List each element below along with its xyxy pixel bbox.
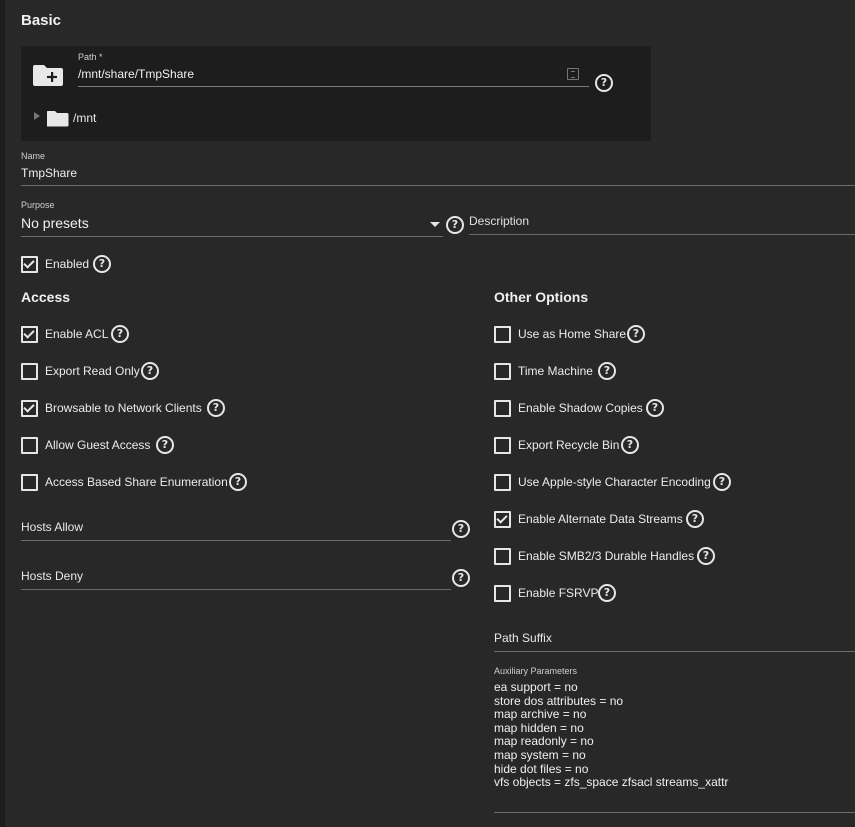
path-label: Path * bbox=[78, 52, 103, 62]
path-input-clear-icon[interactable] bbox=[567, 68, 579, 80]
section-title-basic: Basic bbox=[21, 12, 62, 29]
section-title-access: Access bbox=[21, 289, 71, 305]
name-input[interactable]: TmpShare bbox=[21, 166, 77, 180]
abse-checkbox[interactable] bbox=[21, 474, 38, 491]
tree-node-mnt[interactable]: /mnt bbox=[73, 111, 96, 125]
home-share-help-icon[interactable]: ? bbox=[627, 325, 645, 343]
apple-encoding-checkbox[interactable] bbox=[494, 474, 511, 491]
durable-handles-label: Enable SMB2/3 Durable Handles bbox=[518, 549, 695, 563]
folder-icon bbox=[46, 109, 69, 127]
description-underline bbox=[469, 234, 855, 235]
browsable-help-icon[interactable]: ? bbox=[207, 399, 225, 417]
enable-acl-checkbox[interactable] bbox=[21, 326, 38, 343]
path-help-icon[interactable]: ? bbox=[595, 74, 613, 92]
path-suffix-underline bbox=[494, 651, 855, 652]
export-read-only-label: Export Read Only bbox=[45, 364, 140, 378]
abse-help-icon[interactable]: ? bbox=[229, 473, 247, 491]
aux-params-textarea[interactable]: ea support = no store dos attributes = n… bbox=[494, 680, 729, 790]
enabled-checkbox[interactable] bbox=[21, 256, 38, 273]
allow-guest-access-checkbox[interactable] bbox=[21, 437, 38, 454]
apple-encoding-label: Use Apple-style Character Encoding bbox=[518, 475, 711, 489]
caret-down-icon[interactable] bbox=[430, 222, 440, 227]
hosts-deny-underline bbox=[21, 589, 451, 590]
time-machine-label: Time Machine bbox=[518, 364, 593, 378]
aux-line: map readonly = no bbox=[494, 734, 594, 749]
durable-handles-checkbox[interactable] bbox=[494, 548, 511, 565]
purpose-label: Purpose bbox=[21, 200, 55, 210]
home-share-checkbox[interactable] bbox=[494, 326, 511, 343]
aux-line: vfs objects = zfs_space zfsacl streams_x… bbox=[494, 775, 729, 790]
time-machine-help-icon[interactable]: ? bbox=[598, 362, 616, 380]
aux-line: hide dot files = no bbox=[494, 761, 589, 776]
hosts-allow-help-icon[interactable]: ? bbox=[452, 520, 470, 538]
fsrvp-checkbox[interactable] bbox=[494, 585, 511, 602]
recycle-bin-help-icon[interactable]: ? bbox=[621, 436, 639, 454]
enable-acl-help-icon[interactable]: ? bbox=[111, 325, 129, 343]
browsable-label: Browsable to Network Clients bbox=[45, 401, 202, 415]
aux-line: map archive = no bbox=[494, 707, 587, 722]
purpose-select[interactable]: No presets bbox=[21, 215, 89, 231]
aux-line: store dos attributes = no bbox=[494, 693, 624, 708]
chevron-right-icon[interactable] bbox=[34, 112, 40, 120]
recycle-bin-checkbox[interactable] bbox=[494, 437, 511, 454]
aux-params-label: Auxiliary Parameters bbox=[494, 666, 578, 676]
fsrvp-label: Enable FSRVP bbox=[518, 586, 599, 600]
section-title-other-options: Other Options bbox=[494, 289, 589, 305]
export-read-only-checkbox[interactable] bbox=[21, 363, 38, 380]
aux-line: map hidden = no bbox=[494, 720, 584, 735]
export-read-only-help-icon[interactable]: ? bbox=[141, 362, 159, 380]
enable-acl-label: Enable ACL bbox=[45, 327, 109, 341]
shadow-copies-checkbox[interactable] bbox=[494, 400, 511, 417]
aux-params-underline bbox=[494, 812, 855, 813]
alternate-data-streams-checkbox[interactable] bbox=[494, 511, 511, 528]
apple-encoding-help-icon[interactable]: ? bbox=[713, 473, 731, 491]
abse-label: Access Based Share Enumeration bbox=[45, 475, 228, 489]
aux-line: map system = no bbox=[494, 747, 586, 762]
shadow-copies-help-icon[interactable]: ? bbox=[646, 399, 664, 417]
path-suffix-input[interactable]: Path Suffix bbox=[494, 631, 552, 645]
hosts-deny-help-icon[interactable]: ? bbox=[452, 569, 470, 587]
create-new-folder-icon[interactable] bbox=[33, 62, 63, 86]
name-label: Name bbox=[21, 151, 46, 161]
allow-guest-access-help-icon[interactable]: ? bbox=[156, 436, 174, 454]
hosts-deny-input[interactable]: Hosts Deny bbox=[21, 569, 83, 583]
alternate-data-streams-help-icon[interactable]: ? bbox=[686, 510, 704, 528]
enabled-label: Enabled bbox=[45, 257, 90, 271]
purpose-help-icon[interactable]: ? bbox=[446, 216, 464, 234]
home-share-label: Use as Home Share bbox=[518, 327, 627, 341]
recycle-bin-label: Export Recycle Bin bbox=[518, 438, 620, 452]
hosts-allow-input[interactable]: Hosts Allow bbox=[21, 520, 83, 534]
name-underline bbox=[21, 185, 855, 186]
hosts-allow-underline bbox=[21, 540, 451, 541]
enabled-help-icon[interactable]: ? bbox=[93, 255, 111, 273]
description-input[interactable]: Description bbox=[469, 214, 529, 228]
path-input[interactable]: /mnt/share/TmpShare bbox=[78, 67, 194, 81]
alternate-data-streams-label: Enable Alternate Data Streams bbox=[518, 512, 683, 526]
purpose-underline bbox=[21, 236, 443, 237]
browsable-checkbox[interactable] bbox=[21, 400, 38, 417]
durable-handles-help-icon[interactable]: ? bbox=[697, 547, 715, 565]
time-machine-checkbox[interactable] bbox=[494, 363, 511, 380]
fsrvp-help-icon[interactable]: ? bbox=[598, 584, 616, 602]
shadow-copies-label: Enable Shadow Copies bbox=[518, 401, 643, 415]
allow-guest-access-label: Allow Guest Access bbox=[45, 438, 151, 452]
path-input-underline bbox=[78, 86, 589, 87]
aux-line: ea support = no bbox=[494, 680, 578, 694]
path-explorer: Path * /mnt/share/TmpShare ? /mnt bbox=[21, 46, 651, 141]
